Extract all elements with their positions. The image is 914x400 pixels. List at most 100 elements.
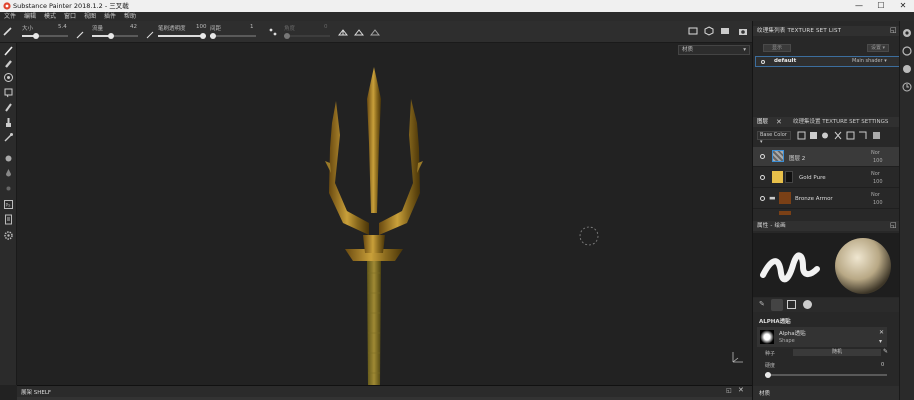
color-picker-icon[interactable] bbox=[3, 132, 14, 143]
mirror-z-icon[interactable] bbox=[370, 29, 380, 36]
size-value[interactable]: 5.4 bbox=[58, 24, 67, 30]
layer-thumbnail bbox=[779, 192, 791, 204]
brush-tab-icon[interactable]: ✎ bbox=[759, 300, 765, 308]
menu-help[interactable]: 帮助 bbox=[124, 12, 136, 21]
spacing-value[interactable]: 1 bbox=[250, 24, 254, 30]
properties-float-icon[interactable]: ◱ bbox=[890, 221, 897, 229]
smudge-tool-icon[interactable] bbox=[3, 102, 14, 113]
dot-icon[interactable] bbox=[3, 183, 14, 194]
channel-blend-dropdown[interactable]: Base Color ▾ bbox=[757, 131, 791, 145]
bake-icon[interactable] bbox=[3, 153, 14, 164]
cube-view-icon[interactable] bbox=[704, 26, 714, 36]
shader-panel-icon[interactable] bbox=[902, 46, 912, 56]
tab-texture-set-settings[interactable]: 纹理集设置 TEXTURE SET SETTINGS bbox=[793, 117, 888, 127]
layer-blend[interactable]: Nor bbox=[871, 150, 880, 156]
symmetry-dots-icon[interactable] bbox=[268, 27, 278, 37]
pencil-icon[interactable]: ✎ bbox=[883, 348, 888, 355]
camera-frame-icon[interactable] bbox=[688, 26, 698, 36]
layer-actions-icons[interactable] bbox=[797, 131, 889, 140]
stroke-preview bbox=[760, 252, 820, 283]
layer-blend[interactable]: Nor bbox=[871, 192, 880, 198]
alpha-close-icon[interactable]: ✕ bbox=[879, 329, 884, 336]
spacing-slider[interactable] bbox=[210, 33, 256, 39]
properties-header: 属性 - 绘画 bbox=[753, 221, 903, 231]
shelf-close-icon[interactable]: ✕ bbox=[738, 386, 744, 394]
texture-show-button[interactable]: 显示 bbox=[763, 44, 791, 52]
tab-layers[interactable]: 图层 bbox=[757, 117, 768, 127]
brush-cursor-icon bbox=[579, 226, 599, 246]
material-tab-icon[interactable] bbox=[803, 300, 812, 309]
minimize-button[interactable]: — bbox=[848, 0, 870, 12]
visibility-eye-icon[interactable] bbox=[760, 196, 765, 201]
clone-tool-icon[interactable] bbox=[3, 117, 14, 128]
properties-title: 属性 - 绘画 bbox=[757, 223, 786, 229]
texture-settings-button[interactable]: 设置 ▾ bbox=[867, 44, 889, 52]
dropper-icon[interactable] bbox=[3, 168, 14, 179]
texture-set-list-title: 纹理集列表 TEXTURE SET LIST bbox=[757, 28, 842, 34]
texture-set-shader[interactable]: Main shader ▾ bbox=[852, 58, 887, 64]
stroke-opacity-slider[interactable] bbox=[158, 33, 206, 39]
menu-file[interactable]: 文件 bbox=[4, 12, 16, 21]
float-icon[interactable]: ◱ bbox=[890, 26, 897, 34]
display-panel-icon[interactable] bbox=[902, 64, 912, 74]
layer-row[interactable]: 图层 2 Nor 100 bbox=[753, 147, 899, 167]
angle-slider[interactable] bbox=[284, 33, 330, 39]
eraser-tool-icon[interactable] bbox=[3, 58, 14, 69]
screenshot-camera-icon[interactable] bbox=[738, 26, 748, 36]
layer-thumbnail-partial bbox=[779, 211, 791, 215]
history-panel-icon[interactable] bbox=[902, 82, 912, 92]
menu-plugins[interactable]: 插件 bbox=[104, 12, 116, 21]
mirror-y-icon[interactable] bbox=[354, 29, 364, 36]
flow-value[interactable]: 42 bbox=[130, 24, 137, 30]
alpha-type: Shape bbox=[779, 338, 795, 344]
viewport-mode-dropdown[interactable]: 材质 ▾ bbox=[678, 45, 750, 55]
geometry-fill-icon[interactable] bbox=[3, 87, 14, 98]
stroke-opacity-label: 笔刷透明度 bbox=[158, 26, 186, 32]
layer-row[interactable]: Gold Pure Nor 100 bbox=[753, 168, 899, 188]
shelf-title: 展架 SHELF bbox=[21, 390, 52, 396]
projection-tool-icon[interactable] bbox=[3, 72, 14, 83]
layers-close-icon[interactable]: ✕ bbox=[776, 117, 782, 127]
layers-panel-icon[interactable] bbox=[902, 28, 912, 38]
alpha-slot[interactable]: Alpha透贴 Shape ✕ ▾ bbox=[757, 327, 887, 347]
maximize-button[interactable]: ☐ bbox=[870, 0, 892, 12]
stencil-tab-icon[interactable] bbox=[787, 300, 796, 309]
stroke-opacity-value[interactable]: 100 bbox=[196, 24, 207, 30]
ps-export-icon[interactable]: Ps bbox=[3, 199, 14, 210]
menu-view[interactable]: 视图 bbox=[84, 12, 96, 21]
texture-set-row[interactable]: default Main shader ▾ bbox=[755, 56, 900, 67]
opacity-pen-icon[interactable] bbox=[146, 30, 155, 39]
chevron-down-icon[interactable]: ▾ bbox=[879, 338, 882, 345]
mirror-x-icon[interactable] bbox=[338, 29, 348, 36]
layer-opacity[interactable]: 100 bbox=[873, 200, 883, 206]
menu-window[interactable]: 窗口 bbox=[64, 12, 76, 21]
layer-row[interactable]: ▬ Bronze Armor Nor 100 bbox=[753, 189, 899, 209]
visibility-eye-icon[interactable] bbox=[760, 154, 765, 159]
axis-gizmo-icon bbox=[732, 352, 743, 363]
layer-opacity[interactable]: 100 bbox=[873, 158, 883, 164]
menu-mode[interactable]: 模式 bbox=[44, 12, 56, 21]
flow-pen-icon[interactable] bbox=[76, 30, 85, 39]
far-right-strip bbox=[899, 21, 914, 400]
visibility-eye-icon[interactable] bbox=[761, 60, 765, 64]
angle-value[interactable]: 0 bbox=[324, 24, 328, 30]
hardness-slider[interactable] bbox=[765, 372, 887, 378]
seed-random-button[interactable]: 随机 bbox=[793, 349, 881, 356]
flow-slider[interactable] bbox=[92, 33, 138, 39]
paint-tool-icon[interactable] bbox=[3, 45, 14, 56]
float-panel-icon[interactable]: ◱ bbox=[726, 387, 732, 394]
brush-icon[interactable] bbox=[3, 26, 13, 36]
visibility-eye-icon[interactable] bbox=[760, 175, 765, 180]
layer-opacity[interactable]: 100 bbox=[873, 179, 883, 185]
3d-viewport[interactable] bbox=[17, 43, 752, 385]
menu-edit[interactable]: 编辑 bbox=[24, 12, 36, 21]
alpha-tab-icon[interactable] bbox=[771, 299, 783, 311]
settings-gear-icon[interactable] bbox=[3, 230, 14, 241]
display-settings-icon[interactable] bbox=[720, 26, 730, 36]
document-icon[interactable] bbox=[3, 214, 14, 225]
window-title: Substance Painter 2018.1.2 - 三叉戟 bbox=[13, 2, 129, 10]
size-slider[interactable] bbox=[22, 33, 68, 39]
layer-blend[interactable]: Nor bbox=[871, 171, 880, 177]
close-button[interactable]: ✕ bbox=[892, 0, 914, 12]
hardness-value[interactable]: 0 bbox=[881, 362, 884, 368]
